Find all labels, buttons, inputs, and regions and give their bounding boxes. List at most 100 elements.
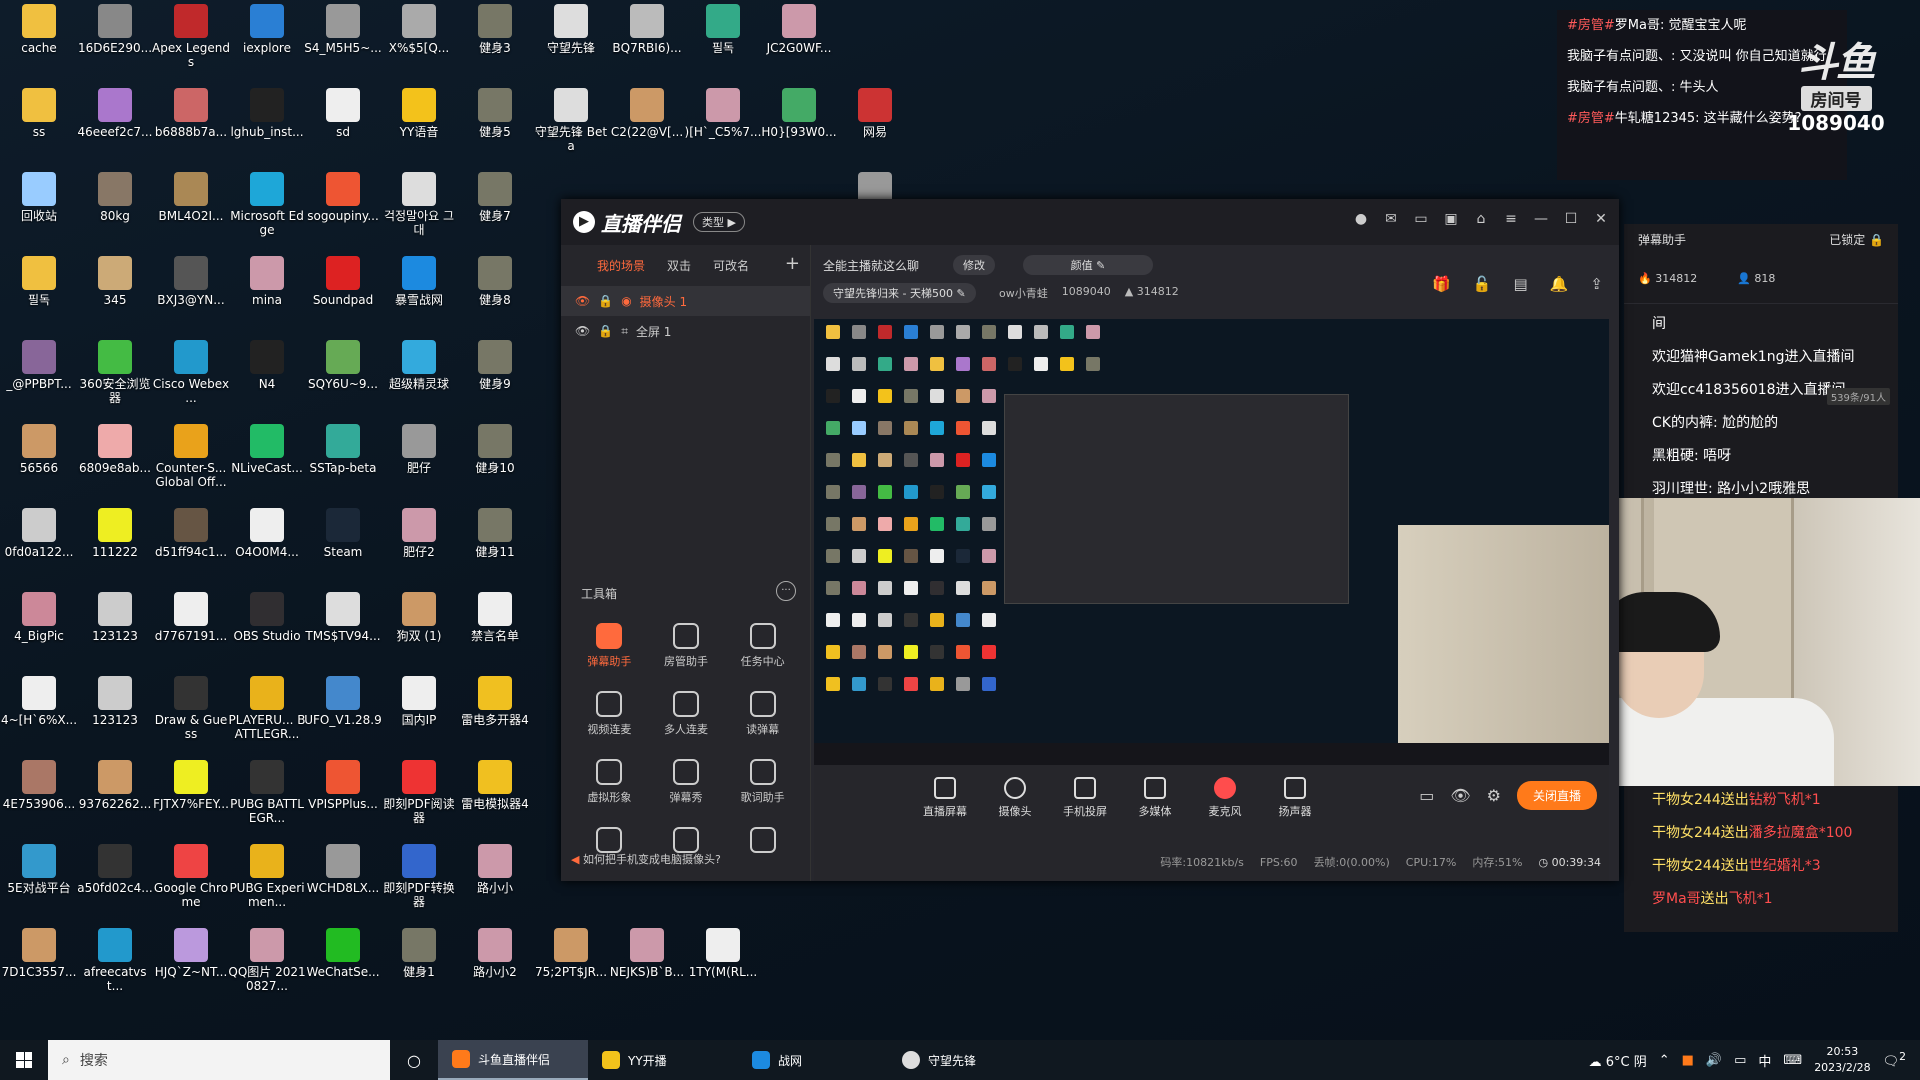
desktop-icon[interactable]: lghub_inst...	[228, 84, 306, 168]
desktop-icon[interactable]: 国内IP	[380, 672, 458, 756]
desktop-icon[interactable]: 56566	[0, 420, 78, 504]
desktop-icon[interactable]: mina	[228, 252, 306, 336]
desktop-icon[interactable]: 345	[76, 252, 154, 336]
desktop-icon[interactable]: Counter-S... Global Off...	[152, 420, 230, 504]
desktop-icon[interactable]: S4_M5H5~...	[304, 0, 382, 84]
desktop-icon[interactable]: 健身8	[456, 252, 534, 336]
cortana-icon[interactable]: ○	[390, 1051, 438, 1070]
start-button[interactable]	[0, 1040, 48, 1080]
desktop-icon[interactable]: BML4O2I...	[152, 168, 230, 252]
tray-app-icon[interactable]: ■	[1682, 1053, 1694, 1068]
task-overwatch[interactable]: 守望先锋	[888, 1040, 1038, 1080]
desktop-icon[interactable]: Google Chrome	[152, 840, 230, 924]
source-fullscreen[interactable]: 👁 🔒 ⌗ 全屏 1	[561, 316, 810, 346]
desktop-icon[interactable]: 4E753906...	[0, 756, 78, 840]
type-button[interactable]: 类型 ▶	[693, 212, 745, 232]
desktop-icon[interactable]: 健身10	[456, 420, 534, 504]
tip-link[interactable]: ◀ 如何把手机变成电脑摄像头?	[571, 851, 721, 867]
desktop-icon[interactable]: YY语音	[380, 84, 458, 168]
desktop-icon[interactable]: NLiveCast...	[228, 420, 306, 504]
more-icon[interactable]: ···	[776, 581, 796, 601]
desktop-icon[interactable]: 健身7	[456, 168, 534, 252]
desktop-icon[interactable]: Cisco Webex ...	[152, 336, 230, 420]
desktop-icon[interactable]: TMS$TV94...	[304, 588, 382, 672]
add-scene-icon[interactable]: +	[785, 253, 800, 274]
desktop-icon[interactable]: UFO_V1.28.9	[304, 672, 382, 756]
desktop-icon[interactable]: 路小小	[456, 840, 534, 924]
desktop-icon[interactable]: 75;2PT$JR...	[532, 924, 610, 1008]
stop-stream-button[interactable]: 关闭直播	[1516, 781, 1597, 810]
desktop-icon[interactable]: BQ7RBI6)...	[608, 0, 686, 84]
close-icon[interactable]: ✕	[1593, 211, 1609, 227]
desktop-icon[interactable]: O4O0M4...	[228, 504, 306, 588]
desktop-icon[interactable]: 雷电模拟器4	[456, 756, 534, 840]
panel-icon[interactable]: ▤	[1514, 275, 1528, 293]
desktop-icon[interactable]: 4~[H`6%X...	[0, 672, 78, 756]
desktop-icon[interactable]: 暴雪战网	[380, 252, 458, 336]
desktop-icon[interactable]: JC2G0WF...	[760, 0, 838, 84]
gift-icon[interactable]: 🎁	[1432, 275, 1451, 293]
desktop-icon[interactable]: H0}[93W0...	[760, 84, 838, 168]
desktop-icon[interactable]: 回收站	[0, 168, 78, 252]
desktop-icon[interactable]: 路小小2	[456, 924, 534, 1008]
desktop-icon[interactable]: d51ff94c1...	[152, 504, 230, 588]
tool-danmu-show[interactable]: 弹幕秀	[648, 759, 725, 805]
desktop-icon[interactable]: 狗双 (1)	[380, 588, 458, 672]
desktop-icon[interactable]: 80kg	[76, 168, 154, 252]
desktop-icon[interactable]: 123123	[76, 588, 154, 672]
lock-toggle[interactable]: 已锁定 🔒	[1829, 231, 1884, 248]
desktop-icon[interactable]: X%$5[Q...	[380, 0, 458, 84]
desktop-icon[interactable]: 360安全浏览器	[76, 336, 154, 420]
desktop-icon[interactable]: OBS Studio	[228, 588, 306, 672]
maximize-icon[interactable]: ☐	[1563, 211, 1579, 227]
chevron-up-icon[interactable]: ⌃	[1659, 1053, 1670, 1068]
mail-icon[interactable]: ✉	[1383, 211, 1399, 227]
category-tag-select[interactable]: 颜值 ✎	[1023, 255, 1153, 275]
desktop-icon[interactable]: 即刻PDF阅读器	[380, 756, 458, 840]
stream-preview[interactable]	[814, 319, 1609, 765]
ime-indicator[interactable]: 中	[1758, 1051, 1771, 1070]
desktop-icon[interactable]: 93762262...	[76, 756, 154, 840]
desktop-icon[interactable]: 5E对战平台	[0, 840, 78, 924]
desktop-icon[interactable]: 0fd0a122...	[0, 504, 78, 588]
task-douyu[interactable]: 斗鱼直播伴侣	[438, 1040, 588, 1080]
desktop-icon[interactable]: PUBG BATTLEGR...	[228, 756, 306, 840]
desktop-icon[interactable]: HJQ`Z~NT...	[152, 924, 230, 1008]
microphone-button[interactable]: 麦克风	[1202, 777, 1248, 819]
tool-task-center[interactable]: 任务中心	[724, 623, 801, 669]
bell-icon[interactable]: 🔔	[1550, 275, 1569, 293]
tab-my-scene[interactable]: 我的场景	[597, 257, 645, 274]
edit-title-button[interactable]: 修改	[953, 255, 995, 275]
desktop-icon[interactable]: C2(22@V[...	[608, 84, 686, 168]
network-icon[interactable]: ▭	[1734, 1053, 1746, 1068]
preview-eye-icon[interactable]: 👁	[1450, 786, 1470, 805]
desktop-icon[interactable]: 걱정말아요 그대	[380, 168, 458, 252]
desktop-icon[interactable]: 123123	[76, 672, 154, 756]
desktop-icon[interactable]: WCHD8LX...	[304, 840, 382, 924]
tool-danmu-assistant[interactable]: 弹幕助手	[571, 623, 648, 669]
scroll-note[interactable]: 539条/91人	[1826, 388, 1890, 405]
speaker-button[interactable]: 扬声器	[1272, 777, 1318, 819]
desktop-icon[interactable]: 7D1C3557...	[0, 924, 78, 1008]
monitor-icon[interactable]: ▭	[1413, 211, 1429, 227]
desktop-icon[interactable]: 필독	[0, 252, 78, 336]
desktop-icon[interactable]: d7767191...	[152, 588, 230, 672]
eye-icon[interactable]: 👁	[575, 294, 590, 308]
desktop-icon[interactable]: 1TY(M(RL...	[684, 924, 762, 1008]
game-category-select[interactable]: 守望先锋归来 - 天梯500 ✎	[823, 283, 976, 303]
tool-multi-link[interactable]: 多人连麦	[648, 691, 725, 737]
desktop-icon[interactable]: 即刻PDF转换器	[380, 840, 458, 924]
tool-game[interactable]	[724, 827, 801, 857]
tool-avatar[interactable]: 虚拟形象	[571, 759, 648, 805]
desktop-icon[interactable]: 禁言名单	[456, 588, 534, 672]
desktop-icon[interactable]: cache	[0, 0, 78, 84]
desktop-icon[interactable]: 16D6E290...	[76, 0, 154, 84]
task-yy[interactable]: YY开播	[588, 1040, 738, 1080]
desktop-icon[interactable]: 守望先锋	[532, 0, 610, 84]
streaming-app-window[interactable]: ▶ 直播伴侣 类型 ▶ ● ✉ ▭ ▣ ⌂ ≡ — ☐ ✕ 我的场景 双击 可改名…	[561, 199, 1619, 881]
share-icon[interactable]: ⇪	[1590, 275, 1603, 293]
desktop-icon[interactable]: )[H`_C5%7...	[684, 84, 762, 168]
desktop-icon[interactable]: N4	[228, 336, 306, 420]
lock-icon[interactable]: 🔒	[598, 294, 613, 308]
volume-icon[interactable]: 🔊	[1706, 1053, 1722, 1068]
